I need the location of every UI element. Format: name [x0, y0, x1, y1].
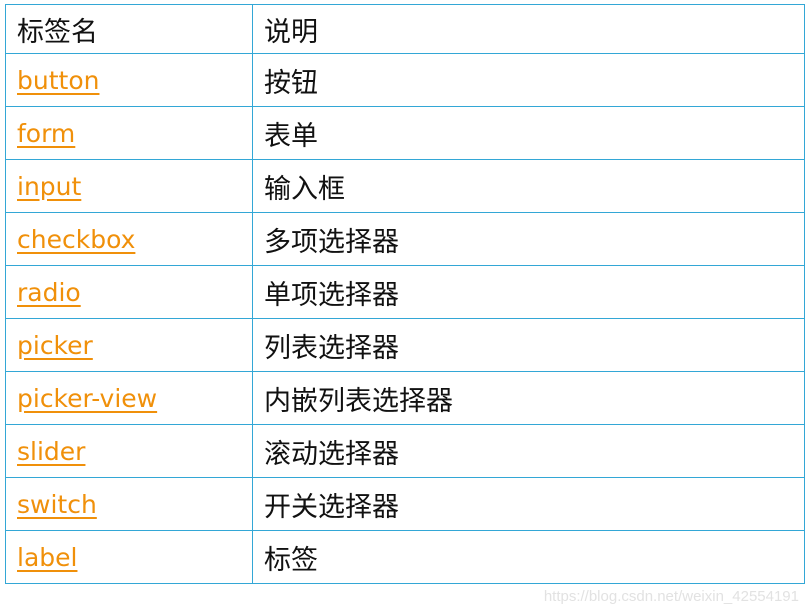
tag-link[interactable]: label — [17, 543, 77, 572]
tag-cell: radio — [5, 265, 253, 319]
watermark: https://blog.csdn.net/weixin_42554191 — [543, 588, 799, 605]
tag-cell: checkbox — [5, 212, 253, 266]
table-row: input 输入框 — [5, 159, 805, 213]
description-cell: 表单 — [252, 106, 805, 160]
table-row: label 标签 — [5, 530, 805, 584]
header-description: 说明 — [252, 4, 805, 54]
description-cell: 列表选择器 — [252, 318, 805, 372]
tag-cell: slider — [5, 424, 253, 478]
tag-cell: picker-view — [5, 371, 253, 425]
tag-link[interactable]: button — [17, 66, 99, 95]
table-row: button 按钮 — [5, 53, 805, 107]
table-row: form 表单 — [5, 106, 805, 160]
tag-link[interactable]: slider — [17, 437, 85, 466]
description-cell: 单项选择器 — [252, 265, 805, 319]
description-cell: 标签 — [252, 530, 805, 584]
description-cell: 滚动选择器 — [252, 424, 805, 478]
table-row: picker-view 内嵌列表选择器 — [5, 371, 805, 425]
table-row: switch 开关选择器 — [5, 477, 805, 531]
description-cell: 多项选择器 — [252, 212, 805, 266]
header-row: 标签名 说明 — [5, 4, 805, 54]
tag-link[interactable]: checkbox — [17, 225, 135, 254]
description-cell: 内嵌列表选择器 — [252, 371, 805, 425]
tag-link[interactable]: radio — [17, 278, 81, 307]
tag-cell: switch — [5, 477, 253, 531]
table-row: checkbox 多项选择器 — [5, 212, 805, 266]
description-cell: 输入框 — [252, 159, 805, 213]
table-row: radio 单项选择器 — [5, 265, 805, 319]
tag-link[interactable]: input — [17, 172, 81, 201]
tag-link[interactable]: switch — [17, 490, 97, 519]
tag-cell: picker — [5, 318, 253, 372]
tag-cell: button — [5, 53, 253, 107]
table-row: slider 滚动选择器 — [5, 424, 805, 478]
tag-link[interactable]: picker — [17, 331, 93, 360]
tag-cell: input — [5, 159, 253, 213]
description-cell: 开关选择器 — [252, 477, 805, 531]
header-tag-name: 标签名 — [5, 4, 253, 54]
component-table: 标签名 说明 button 按钮 form 表单 input 输入框 checkbox 多项选… — [5, 4, 805, 584]
tag-link[interactable]: form — [17, 119, 75, 148]
table-row: picker 列表选择器 — [5, 318, 805, 372]
tag-link[interactable]: picker-view — [17, 384, 157, 413]
tag-cell: form — [5, 106, 253, 160]
description-cell: 按钮 — [252, 53, 805, 107]
tag-cell: label — [5, 530, 253, 584]
